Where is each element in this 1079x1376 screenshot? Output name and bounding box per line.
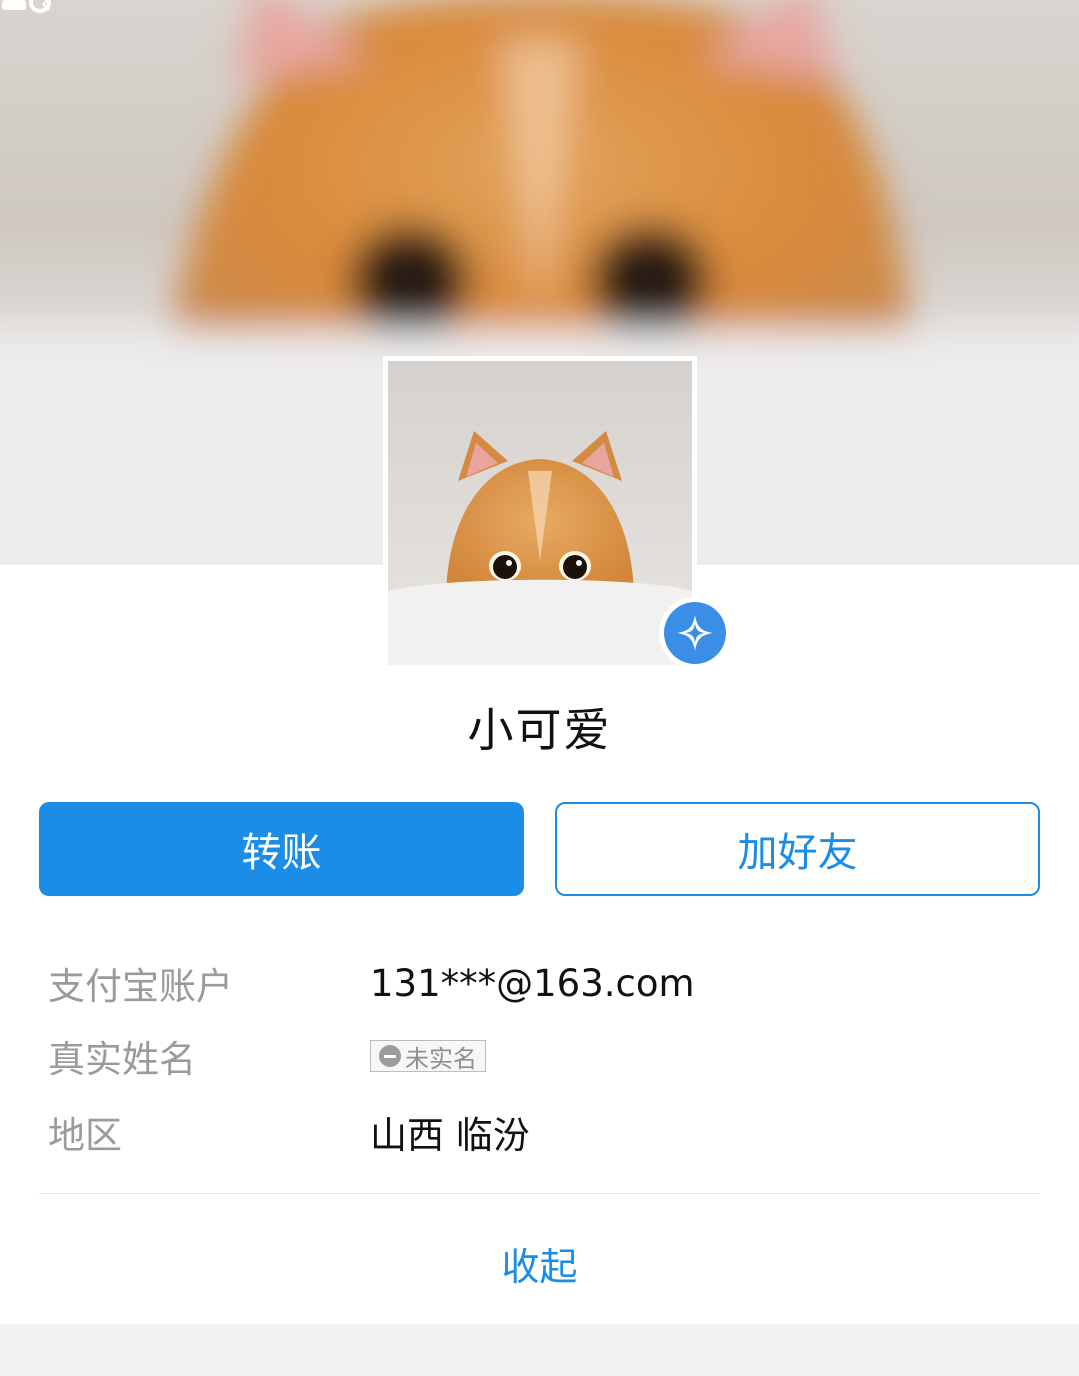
unverified-label: 未实名 <box>405 1044 477 1073</box>
nickname: 小可爱 <box>467 703 612 757</box>
info-label: 地区 <box>48 1114 122 1157</box>
unverified-badge: 未实名 <box>370 1040 486 1073</box>
user-settings-icon[interactable] <box>0 0 56 20</box>
account-value: 131***@163.com <box>370 961 695 1005</box>
avatar[interactable] <box>383 356 697 670</box>
info-row-region: 地区 山西 临汾 <box>48 1102 530 1162</box>
info-label: 真实姓名 <box>48 1038 196 1081</box>
star-badge-icon <box>677 615 713 651</box>
minus-circle-icon <box>379 1045 401 1067</box>
add-friend-button[interactable]: 加好友 <box>555 802 1040 896</box>
info-label: 支付宝账户 <box>48 965 233 1008</box>
collapse-button[interactable]: 收起 <box>0 1236 1079 1291</box>
info-row-account: 支付宝账户 131***@163.com <box>48 953 695 1013</box>
info-row-real-name: 真实姓名 未实名 <box>48 1026 486 1086</box>
verified-badge <box>659 597 731 669</box>
footer-background <box>0 1324 1079 1376</box>
region-value: 山西 临汾 <box>370 1114 530 1157</box>
transfer-button[interactable]: 转账 <box>39 802 524 896</box>
divider <box>39 1193 1040 1194</box>
